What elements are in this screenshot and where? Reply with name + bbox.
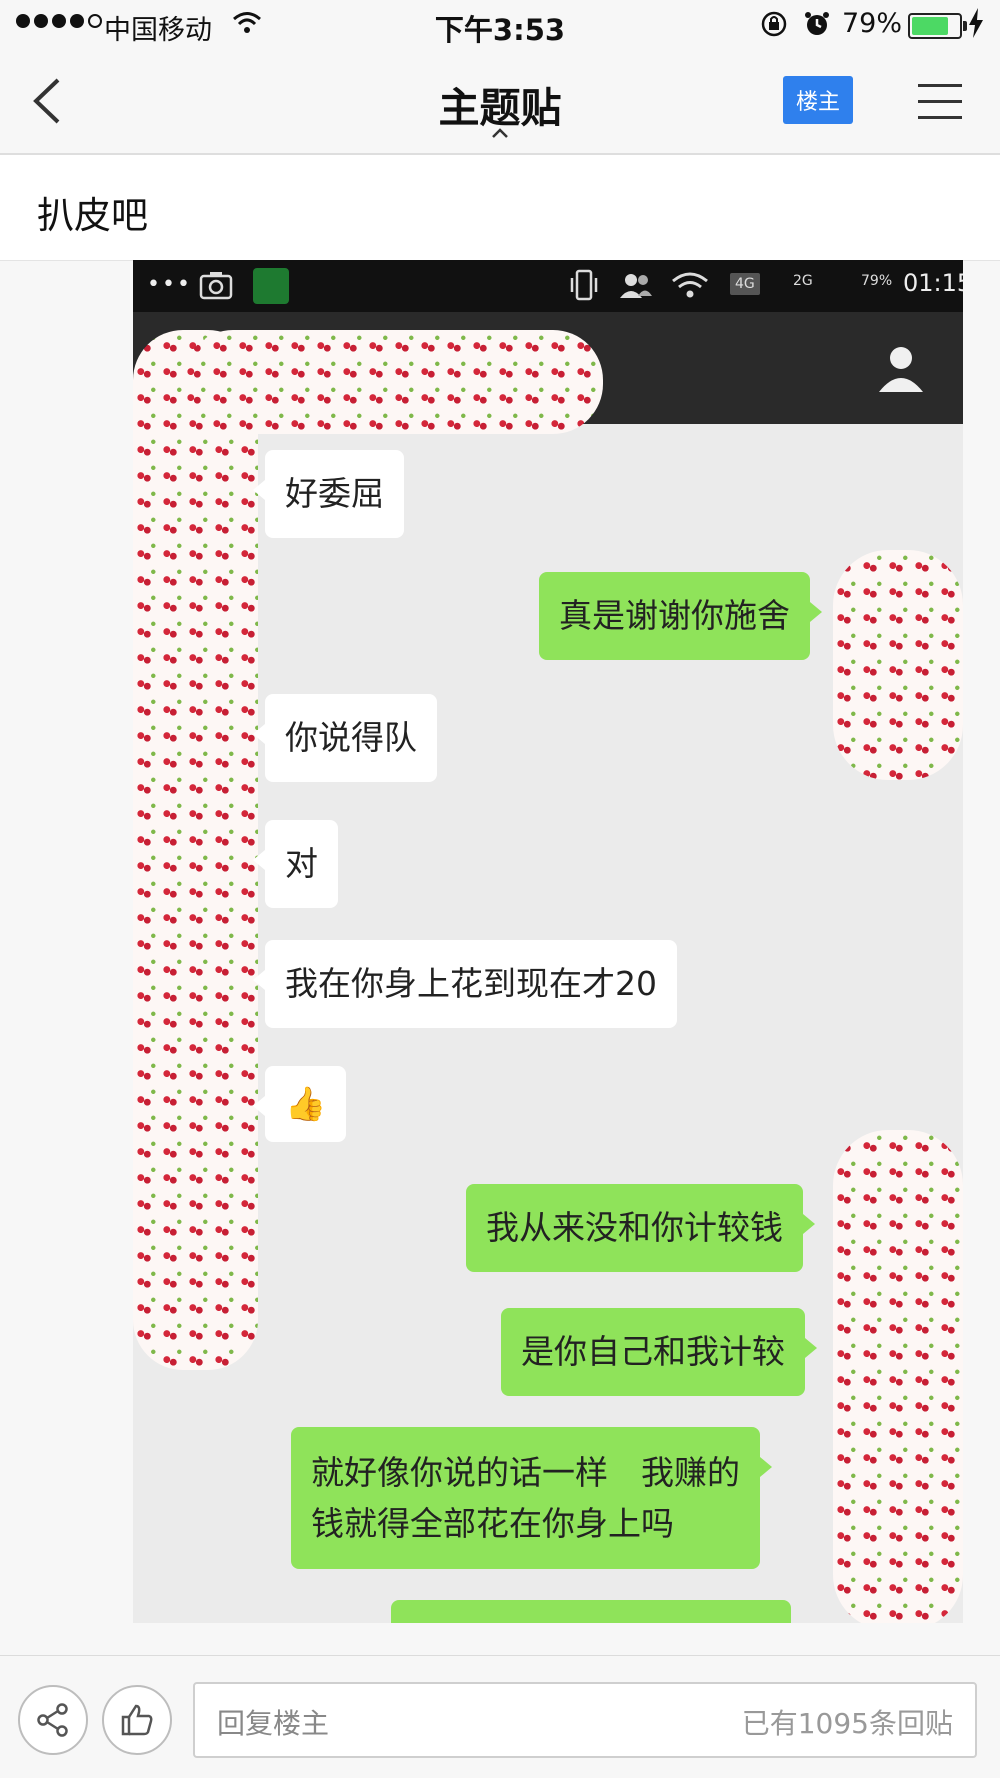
chat-bubble-incoming: 你说得队 (253, 694, 437, 782)
share-button[interactable] (18, 1685, 88, 1755)
menu-hamburger-icon[interactable] (918, 82, 962, 126)
app-notification-icon (253, 268, 289, 304)
censor-blob-top (183, 330, 603, 434)
reply-bar: 回复楼主 已有1095条回贴 (0, 1655, 1000, 1778)
censor-blob-right-lower (833, 1130, 963, 1623)
chat-bubble-incoming: 好委屈 (253, 450, 404, 538)
battery-percent: 79% (842, 8, 903, 39)
caret-up-icon[interactable] (490, 124, 510, 143)
embedded-menu-dots: ••• (147, 272, 192, 297)
profile-person-icon[interactable] (875, 342, 927, 398)
reply-input[interactable]: 回复楼主 已有1095条回贴 (193, 1682, 977, 1758)
network-4g-label: 4G (730, 273, 760, 295)
thumbs-up-icon (121, 1704, 153, 1736)
thumbs-up-emoji-icon: 👍 (285, 1084, 327, 1123)
contacts-icon (618, 270, 654, 304)
forum-name[interactable]: 扒皮吧 (37, 185, 148, 239)
status-bar: 中国移动 下午3:53 79% (0, 0, 1000, 52)
reply-placeholder: 回复楼主 (217, 1707, 330, 1740)
rotation-lock-icon (760, 10, 788, 42)
vibrate-icon (568, 268, 600, 306)
post-image-chat-screenshot[interactable]: ••• 4G 2G 79% 01:15 好委屈 真是谢谢你施舍 你说得队 对 我… (133, 260, 963, 1623)
chat-bubble-outgoing: 是你自己和我计较 (501, 1308, 817, 1396)
embedded-wifi-icon (671, 270, 709, 304)
embedded-status-bar: ••• 4G 2G 79% 01:15 (133, 260, 963, 312)
forum-header[interactable]: 扒皮吧 (0, 155, 1000, 261)
owner-only-button[interactable]: 楼主 (783, 76, 853, 124)
embedded-clock: 01:15 (903, 269, 963, 297)
charging-bolt-icon (968, 8, 984, 42)
chat-bubble-incoming: 我在你身上花到现在才20 (253, 940, 677, 1028)
chat-bubble-incoming: 对 (253, 820, 338, 908)
share-icon (37, 1703, 68, 1737)
reply-count: 已有1095条回贴 (741, 1707, 953, 1740)
like-button[interactable] (102, 1685, 172, 1755)
network-2g-label: 2G (793, 273, 813, 289)
chat-bubble-outgoing: 就好像你说的话一样 我赚的 钱就得全部花在你身上吗 (291, 1427, 772, 1570)
censor-blob-left (133, 330, 258, 1370)
censor-blob-right-upper (833, 550, 963, 780)
chat-bubble-outgoing-partial (391, 1600, 791, 1623)
embedded-battery: 79% (861, 273, 893, 289)
chat-bubble-outgoing: 我从来没和你计较钱 (466, 1184, 815, 1272)
alarm-icon (803, 10, 831, 42)
nav-bar: 主题贴 楼主 (0, 52, 1000, 155)
thumbs-up-emoji-bubble: 👍 (252, 1066, 347, 1142)
chat-bubble-outgoing: 真是谢谢你施舍 (539, 572, 822, 660)
screenshot-camera-icon (199, 270, 233, 304)
battery-icon (908, 13, 967, 39)
